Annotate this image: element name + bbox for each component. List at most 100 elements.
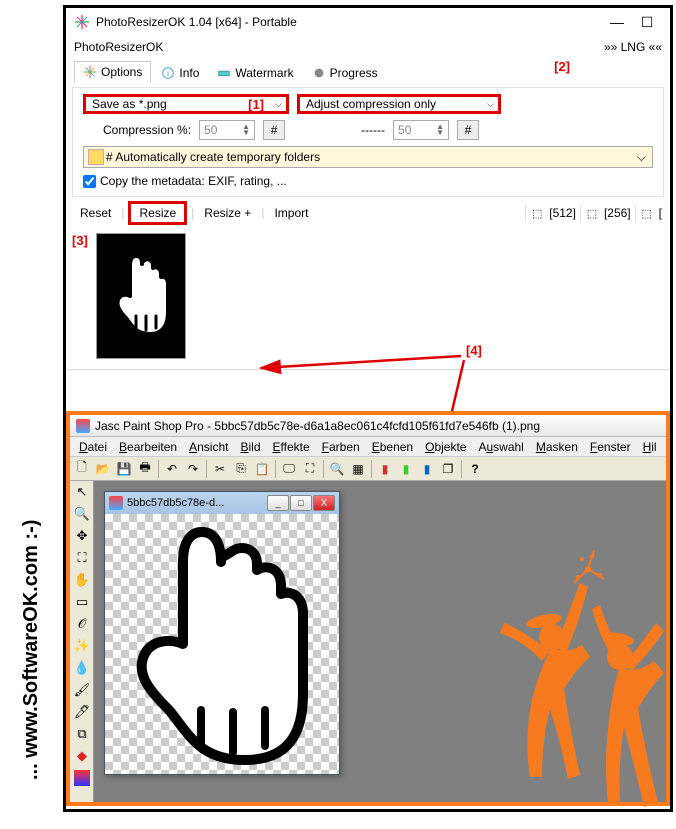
arrow-tool-icon[interactable]: ↖ <box>70 481 94 503</box>
tab-options[interactable]: Options <box>74 61 151 84</box>
hand-image <box>107 514 337 774</box>
preset-icon[interactable]: ⬚ <box>635 205 655 221</box>
clone-tool-icon[interactable]: ⧉ <box>70 723 94 745</box>
print-icon[interactable]: 🖶 <box>135 459 155 479</box>
copy-metadata-label: Copy the metadata: EXIF, rating, ... <box>100 174 287 188</box>
fill-tool-icon[interactable]: ◆ <box>70 745 94 767</box>
zoom-icon[interactable]: 🔍 <box>327 459 347 479</box>
compression-value: 50 <box>204 123 217 137</box>
psp-title: Jasc Paint Shop Pro - 5bbc57db5c78e-d6a1… <box>95 419 540 433</box>
menu-objekte[interactable]: Objekte <box>420 440 471 454</box>
crop-tool-icon[interactable]: ⛶ <box>70 547 94 569</box>
canvas-checker[interactable] <box>105 514 339 774</box>
new-icon[interactable]: 🗋 <box>72 459 92 479</box>
progress-icon <box>312 66 326 80</box>
spinner-2[interactable]: 50 ▲▼ <box>393 120 449 140</box>
menu-farben[interactable]: Farben <box>317 440 365 454</box>
menu-auswahl[interactable]: Auswahl <box>473 440 528 454</box>
copy-icon[interactable]: ⎘ <box>231 459 251 479</box>
fullscreen-icon[interactable]: ⛶ <box>300 459 320 479</box>
menu-ebenen[interactable]: Ebenen <box>367 440 418 454</box>
menu-fenster[interactable]: Fenster <box>585 440 636 454</box>
cut-icon[interactable]: ✂ <box>210 459 230 479</box>
watermark-icon <box>217 66 231 80</box>
save-as-value: Save as *.png <box>92 97 167 111</box>
select-tool-icon[interactable]: ▭ <box>70 591 94 613</box>
copy-metadata-row: Copy the metadata: EXIF, rating, ... <box>83 174 653 188</box>
options-panel: Save as *.png [1] Adjust compression onl… <box>72 87 664 197</box>
screen-icon[interactable]: 🖵 <box>279 459 299 479</box>
palette1-icon[interactable]: ▮ <box>375 459 395 479</box>
app-icon <box>74 14 90 30</box>
pen-tool-icon[interactable]: 🖊 <box>70 701 94 723</box>
layers-icon[interactable]: ❐ <box>438 459 458 479</box>
undo-icon[interactable]: ↶ <box>162 459 182 479</box>
lasso-tool-icon[interactable]: 𝒪 <box>70 613 94 635</box>
tab-progress[interactable]: Progress <box>304 63 386 83</box>
doc-minimize-button[interactable]: _ <box>267 495 289 511</box>
copy-metadata-checkbox[interactable] <box>83 175 96 188</box>
hash-button-2[interactable]: # <box>457 120 479 140</box>
window-title: PhotoResizerOK 1.04 [x64] - Portable <box>96 15 602 29</box>
preset-icon[interactable]: ⬚ <box>525 205 545 221</box>
spinner-arrows-icon[interactable]: ▲▼ <box>436 124 444 136</box>
preset-256[interactable]: [256] <box>604 206 631 220</box>
import-button[interactable]: Import <box>268 204 314 222</box>
paste-icon[interactable]: 📋 <box>252 459 272 479</box>
dropper-tool-icon[interactable]: 💧 <box>70 657 94 679</box>
reset-button[interactable]: Reset <box>74 204 117 222</box>
hash-button-1[interactable]: # <box>263 120 285 140</box>
doc-close-button[interactable]: X <box>313 495 335 511</box>
adjust-dropdown[interactable]: Adjust compression only <box>297 94 501 114</box>
svg-text:i: i <box>167 69 169 78</box>
preset-x[interactable]: [ <box>659 206 662 220</box>
preset-512[interactable]: [512] <box>549 206 576 220</box>
menu-hilfe[interactable]: Hil <box>638 440 662 454</box>
palette3-icon[interactable]: ▮ <box>417 459 437 479</box>
move-tool-icon[interactable]: ✥ <box>70 525 94 547</box>
spinner-arrows-icon[interactable]: ▲▼ <box>242 124 250 136</box>
adjust-value: Adjust compression only <box>306 97 436 111</box>
menu-bearbeiten[interactable]: Bearbeiten <box>114 440 182 454</box>
zoom-tool-icon[interactable]: 🔍 <box>70 503 94 525</box>
open-icon[interactable]: 📂 <box>93 459 113 479</box>
resize-button[interactable]: Resize <box>128 201 187 225</box>
menu-masken[interactable]: Masken <box>531 440 583 454</box>
fit-icon[interactable]: ▦ <box>348 459 368 479</box>
compression-spinner[interactable]: 50 ▲▼ <box>199 120 255 140</box>
preset-icon[interactable]: ⬚ <box>580 205 600 221</box>
menubar: PhotoResizerOK »» LNG «« <box>66 36 670 58</box>
minimize-button[interactable]: — <box>602 11 632 33</box>
menu-effekte[interactable]: Effekte <box>268 440 315 454</box>
redo-icon[interactable]: ↷ <box>183 459 203 479</box>
save-as-dropdown[interactable]: Save as *.png [1] <box>83 94 289 114</box>
brush-tool-icon[interactable]: 🖌 <box>70 679 94 701</box>
hand-icon <box>106 246 176 346</box>
gradient-tool-icon[interactable] <box>74 770 90 786</box>
document-window: 5bbc57db5c78e-d... _ □ X <box>104 491 340 775</box>
doc-titlebar[interactable]: 5bbc57db5c78e-d... _ □ X <box>105 492 339 514</box>
tab-options-label: Options <box>101 65 142 79</box>
canvas-area: 5bbc57db5c78e-d... _ □ X <box>94 481 666 802</box>
menu-app[interactable]: PhotoResizerOK <box>74 40 163 54</box>
hand-tool-icon[interactable]: ✋ <box>70 569 94 591</box>
save-icon[interactable]: 💾 <box>114 459 134 479</box>
paintshop-wrapper: Jasc Paint Shop Pro - 5bbc57db5c78e-d6a1… <box>66 411 670 806</box>
thumbnail[interactable] <box>96 233 186 359</box>
menu-ansicht[interactable]: Ansicht <box>184 440 233 454</box>
tempfolder-dropdown[interactable]: # Automatically create temporary folders <box>83 146 653 168</box>
menu-lang[interactable]: »» LNG «« <box>604 40 662 54</box>
palette2-icon[interactable]: ▮ <box>396 459 416 479</box>
resize-plus-button[interactable]: Resize + <box>198 204 257 222</box>
tab-watermark[interactable]: Watermark <box>209 63 301 83</box>
menu-datei[interactable]: Datei <box>74 440 112 454</box>
menu-bild[interactable]: Bild <box>235 440 265 454</box>
help-icon[interactable]: ? <box>465 459 485 479</box>
action-toolbar: Reset | Resize | Resize + | Import ⬚ [51… <box>66 197 670 229</box>
tab-info[interactable]: i Info <box>153 63 207 83</box>
wand-tool-icon[interactable]: ✨ <box>70 635 94 657</box>
maximize-button[interactable]: ☐ <box>632 11 662 33</box>
paintshop-window: Jasc Paint Shop Pro - 5bbc57db5c78e-d6a1… <box>70 415 666 802</box>
doc-maximize-button[interactable]: □ <box>290 495 312 511</box>
screenshot-frame: PhotoResizerOK 1.04 [x64] - Portable — ☐… <box>63 5 673 812</box>
